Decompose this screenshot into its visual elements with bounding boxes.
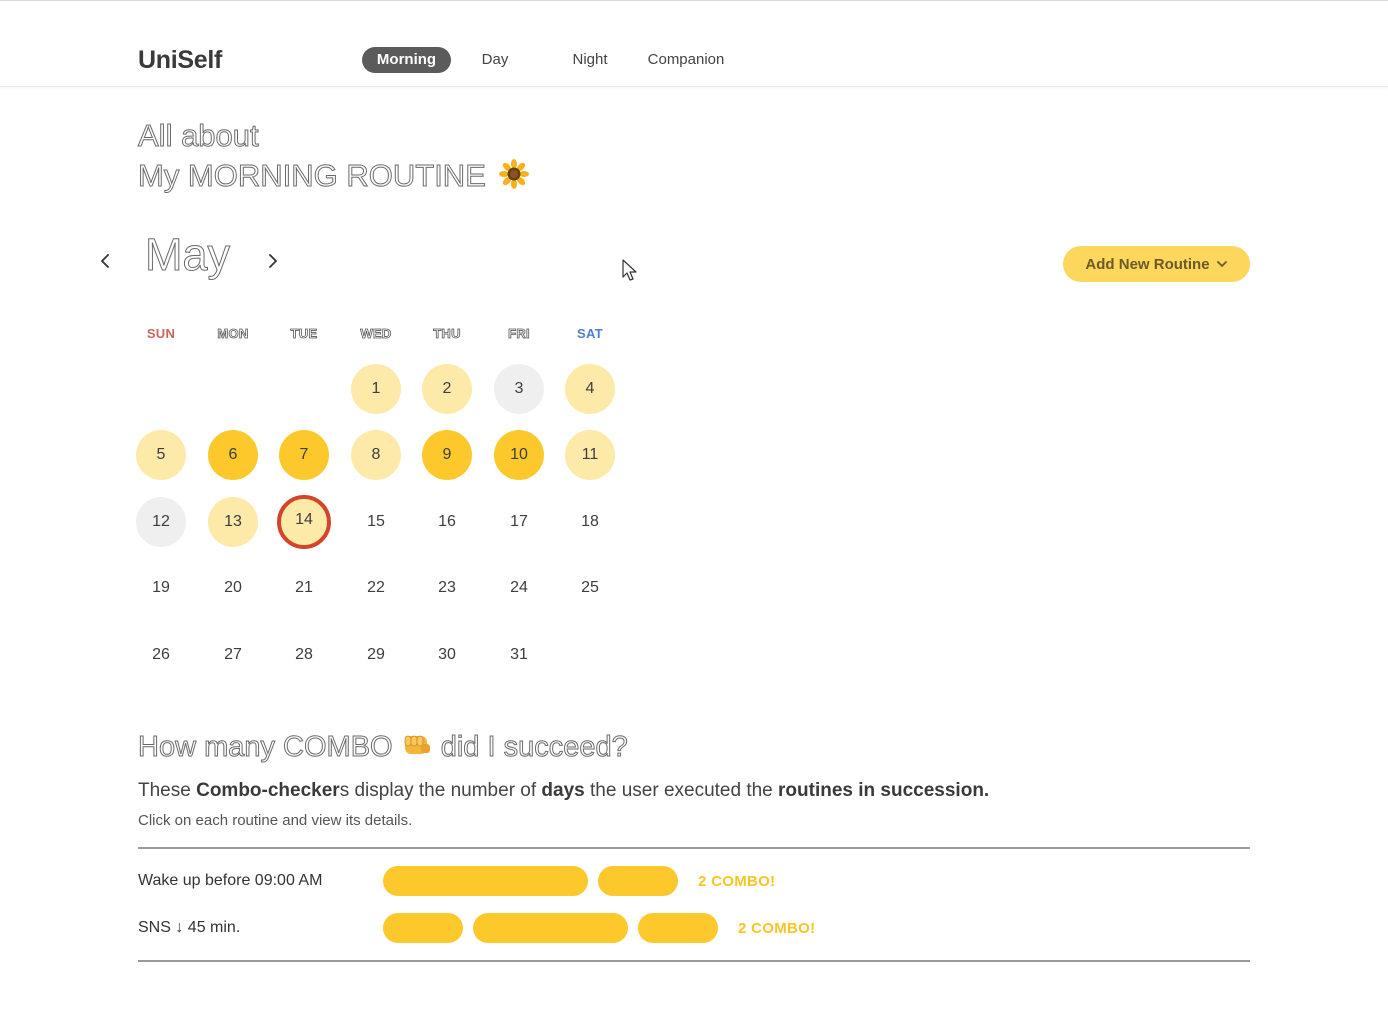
tab-day[interactable]: Day xyxy=(470,47,520,73)
page-title-line2: My MORNING ROUTINE xyxy=(138,157,529,195)
combo-description: These Combo-checkers display the number … xyxy=(138,780,989,802)
calendar-day-today[interactable]: 14 xyxy=(277,495,331,549)
combo-title-suffix: did I succeed? xyxy=(440,731,628,764)
calendar-day[interactable]: 25 xyxy=(565,563,615,613)
combo-bottom-divider xyxy=(138,960,1250,962)
calendar-day[interactable]: 28 xyxy=(279,630,329,680)
calendar-day[interactable]: 24 xyxy=(494,563,544,613)
mouse-pointer-icon xyxy=(622,259,637,281)
calendar-day[interactable]: 21 xyxy=(279,563,329,613)
calendar-day[interactable]: 7 xyxy=(279,430,329,480)
weekday-label-sat: SAT xyxy=(577,326,603,341)
calendar-day[interactable]: 30 xyxy=(422,630,472,680)
weekday-label-mon: MON xyxy=(217,326,249,342)
calendar-day[interactable]: 8 xyxy=(351,430,401,480)
calendar-day[interactable]: 13 xyxy=(208,497,258,547)
combo-streak-pill[interactable] xyxy=(383,913,463,943)
tab-night[interactable]: Night xyxy=(560,47,620,73)
month-title: May xyxy=(144,229,231,281)
calendar-day[interactable]: 6 xyxy=(208,430,258,480)
calendar-day[interactable]: 18 xyxy=(565,497,615,547)
calendar-day[interactable]: 4 xyxy=(565,364,615,414)
calendar-day[interactable]: 2 xyxy=(422,364,472,414)
calendar-day[interactable]: 23 xyxy=(422,563,472,613)
next-month-chevron-right-icon[interactable] xyxy=(262,251,282,271)
calendar-day[interactable]: 19 xyxy=(136,563,186,613)
weekday-label-sun: SUN xyxy=(146,326,176,341)
chevron-down-icon xyxy=(1216,261,1227,267)
desc-text-3: the user executed the xyxy=(584,780,779,801)
routine-label[interactable]: SNS ↓ 45 min. xyxy=(138,919,240,937)
calendar-day[interactable]: 10 xyxy=(494,430,544,480)
desc-bold-3: routines in succession. xyxy=(778,780,990,801)
sunflower-icon xyxy=(498,158,529,189)
add-new-routine-label: Add New Routine xyxy=(1085,255,1210,273)
prev-month-chevron-left-icon[interactable] xyxy=(96,251,116,271)
calendar-day[interactable]: 15 xyxy=(351,497,401,547)
top-nav-bar: UniSelf Morning Day Night Companion xyxy=(0,0,1388,87)
combo-hint: Click on each routine and view its detai… xyxy=(138,812,413,829)
calendar-day[interactable]: 20 xyxy=(208,563,258,613)
app-logo[interactable]: UniSelf xyxy=(138,46,222,75)
weekday-label-fri: FRI xyxy=(508,326,530,342)
weekday-label-thu: THU xyxy=(433,326,461,342)
combo-top-divider xyxy=(138,847,1250,849)
calendar-day[interactable]: 27 xyxy=(208,630,258,680)
calendar-day[interactable]: 3 xyxy=(494,364,544,414)
combo-count-label: 2 COMBO! xyxy=(698,873,776,890)
calendar-day[interactable]: 11 xyxy=(565,430,615,480)
calendar-day[interactable]: 1 xyxy=(351,364,401,414)
tab-companion[interactable]: Companion xyxy=(640,47,732,73)
page-title-line1: All about xyxy=(138,118,260,154)
combo-streak-pill[interactable] xyxy=(638,913,718,943)
calendar-day[interactable]: 31 xyxy=(494,630,544,680)
add-new-routine-button[interactable]: Add New Routine xyxy=(1063,246,1250,282)
combo-section-title: How many COMBO did I succeed? xyxy=(138,728,629,766)
calendar-day[interactable]: 12 xyxy=(136,497,186,547)
desc-text-2: s display the number of xyxy=(339,780,542,801)
desc-bold-1: Combo-checker xyxy=(196,780,340,801)
calendar-day[interactable]: 22 xyxy=(351,563,401,613)
weekday-label-tue: TUE xyxy=(290,326,318,342)
calendar-day[interactable]: 9 xyxy=(422,430,472,480)
combo-streak-pill[interactable] xyxy=(598,866,678,896)
calendar-day[interactable]: 16 xyxy=(422,497,472,547)
desc-bold-2: days xyxy=(541,780,585,801)
punch-icon xyxy=(404,735,430,755)
calendar-day[interactable]: 5 xyxy=(136,430,186,480)
combo-streak-pill[interactable] xyxy=(473,913,628,943)
combo-count-label: 2 COMBO! xyxy=(738,920,816,937)
routine-label[interactable]: Wake up before 09:00 AM xyxy=(138,872,322,890)
calendar-day[interactable]: 17 xyxy=(494,497,544,547)
calendar-day[interactable]: 26 xyxy=(136,630,186,680)
calendar-day[interactable]: 29 xyxy=(351,630,401,680)
weekday-label-wed: WED xyxy=(360,326,392,342)
combo-streak-pill[interactable] xyxy=(383,866,588,896)
page-title-text: My MORNING ROUTINE xyxy=(138,158,487,194)
combo-title-text: How many COMBO xyxy=(138,731,394,764)
desc-text-1: These xyxy=(138,780,197,801)
tab-morning[interactable]: Morning xyxy=(362,47,451,73)
